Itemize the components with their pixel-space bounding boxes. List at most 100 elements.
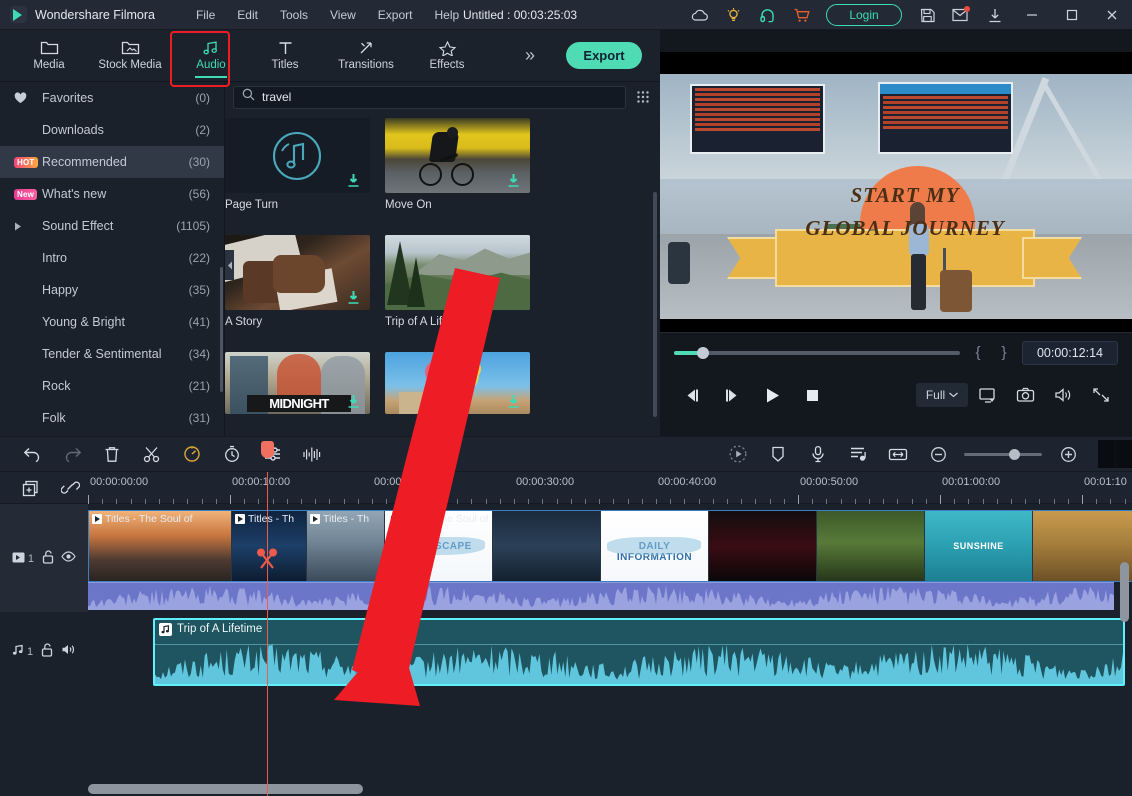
media-thumbnail[interactable] (225, 235, 370, 310)
export-button[interactable]: Export (566, 42, 642, 69)
voiceover-button[interactable] (798, 436, 838, 472)
zoom-slider[interactable] (964, 453, 1042, 456)
mail-icon[interactable] (944, 0, 978, 30)
prev-frame-button[interactable] (672, 375, 712, 415)
sidebar-item-sound-effect[interactable]: Sound Effect (1105) (0, 210, 224, 242)
search-input[interactable]: travel (233, 86, 626, 109)
tab-titles[interactable]: Titles (248, 30, 322, 82)
sidebar-item-folk[interactable]: Folk (31) (0, 402, 224, 434)
preview-video[interactable]: START MY GLOBAL JOURNEY (660, 52, 1132, 332)
sidebar-item-rock[interactable]: Rock (21) (0, 370, 224, 402)
split-button[interactable] (132, 436, 172, 472)
audio-clip[interactable]: Trip of A Lifetime (153, 618, 1125, 686)
timeline-clip[interactable]: LANDSCAPETitles - The Soul of Travel Vlo… (385, 511, 493, 581)
render-preview-button[interactable] (1098, 440, 1132, 468)
tab-effects[interactable]: Effects (410, 30, 484, 82)
cloud-icon[interactable] (682, 0, 716, 30)
quality-select[interactable]: Full (916, 383, 968, 407)
media-tile[interactable] (385, 352, 530, 414)
sidebar-item-young-bright[interactable]: Young & Bright (41) (0, 306, 224, 338)
media-tile[interactable]: Page Turn (225, 118, 370, 211)
download-icon[interactable] (347, 394, 360, 409)
preview-timecode[interactable]: 00:00:12:14 (1022, 341, 1118, 365)
expand-triangle-icon[interactable] (14, 222, 36, 231)
media-thumbnail[interactable] (225, 118, 370, 193)
tab-audio[interactable]: Audio (174, 30, 248, 82)
sidebar-item-recommended[interactable]: HOT Recommended (30) (0, 146, 224, 178)
login-button[interactable]: Login (826, 4, 902, 26)
sidebar-item-favorites[interactable]: Favorites (0) (0, 82, 224, 114)
menu-file[interactable]: File (185, 4, 226, 26)
save-icon[interactable] (910, 0, 944, 30)
eye-icon[interactable] (61, 551, 76, 565)
timeline-clip[interactable] (709, 511, 817, 581)
timeline-clip[interactable] (493, 511, 601, 581)
playback-slider-knob[interactable] (697, 347, 709, 359)
timeline-clip[interactable]: SUNSHINE (925, 511, 1033, 581)
download-icon[interactable] (347, 173, 360, 188)
media-scrollbar[interactable] (653, 192, 657, 417)
timeline-ruler[interactable]: 00:00:00:00 00:00:10:00 00:00:20:00 00:0… (88, 472, 1132, 504)
tab-transitions[interactable]: Transitions (322, 30, 410, 82)
timeline-horizontal-scrollbar[interactable] (88, 784, 363, 794)
media-tile[interactable]: Move On (385, 118, 530, 211)
cart-icon[interactable] (784, 0, 818, 30)
media-tile[interactable]: MIDNIGHT (225, 352, 370, 414)
timeline-clip[interactable] (1033, 511, 1132, 581)
sidebar-item-downloads[interactable]: Downloads (2) (0, 114, 224, 146)
unlock-icon[interactable] (41, 643, 53, 660)
menu-edit[interactable]: Edit (226, 4, 269, 26)
timeline-clip[interactable]: Titles - The Soul of (89, 511, 232, 581)
audio-mixer-button[interactable] (838, 436, 878, 472)
mark-in-button[interactable]: { (970, 344, 986, 361)
media-thumbnail[interactable] (385, 352, 530, 414)
playhead[interactable] (267, 472, 268, 796)
headset-icon[interactable] (750, 0, 784, 30)
video-clip-strip[interactable]: Titles - The Soul ofTitles - ThTitles - … (88, 510, 1132, 582)
speaker-icon[interactable] (61, 643, 76, 659)
next-frame-button[interactable] (712, 375, 752, 415)
menu-export[interactable]: Export (367, 4, 424, 26)
download-icon[interactable] (507, 173, 520, 188)
more-tabs-button[interactable]: » (525, 45, 535, 66)
minimize-button[interactable] (1012, 0, 1052, 30)
duration-button[interactable] (212, 436, 252, 472)
tab-media[interactable]: Media (12, 30, 86, 82)
download-icon[interactable] (347, 290, 360, 305)
mark-out-button[interactable]: } (996, 344, 1012, 361)
zoom-in-button[interactable] (1048, 436, 1088, 472)
speed-button[interactable] (172, 436, 212, 472)
sidebar-item-happy[interactable]: Happy (35) (0, 274, 224, 306)
timeline-clip[interactable]: Titles - Th (307, 511, 385, 581)
close-button[interactable] (1092, 0, 1132, 30)
volume-button[interactable] (1044, 375, 1082, 415)
timeline-clip[interactable] (817, 511, 925, 581)
media-tile[interactable]: A Story (225, 235, 370, 328)
menu-view[interactable]: View (319, 4, 367, 26)
add-track-button[interactable] (10, 472, 50, 504)
zoom-slider-knob[interactable] (1009, 449, 1020, 460)
zoom-out-button[interactable] (918, 436, 958, 472)
link-button[interactable] (50, 472, 90, 504)
play-button[interactable] (752, 375, 792, 415)
lightbulb-icon[interactable] (716, 0, 750, 30)
marker-button[interactable] (758, 436, 798, 472)
category-scrollbar[interactable] (220, 267, 223, 392)
timeline-vertical-scrollbar[interactable] (1120, 562, 1129, 622)
panel-collapse-button[interactable] (225, 250, 234, 280)
tab-stock-media[interactable]: Stock Media (86, 30, 174, 82)
unlock-icon[interactable] (42, 550, 54, 567)
media-tile-selected[interactable]: Trip of A Lifetime (385, 235, 530, 328)
media-thumbnail[interactable]: MIDNIGHT (225, 352, 370, 414)
playhead-handle[interactable] (261, 443, 274, 453)
video-track-lane[interactable]: Titles - The Soul ofTitles - ThTitles - … (88, 504, 1132, 612)
screen-display-button[interactable] (968, 375, 1006, 415)
maximize-button[interactable] (1052, 0, 1092, 30)
fullscreen-button[interactable] (1082, 375, 1120, 415)
sidebar-item-intro[interactable]: Intro (22) (0, 242, 224, 274)
grid-view-icon[interactable] (634, 90, 652, 104)
fit-timeline-button[interactable] (878, 436, 918, 472)
redo-button[interactable] (52, 436, 92, 472)
sidebar-item-whats-new[interactable]: New What's new (56) (0, 178, 224, 210)
media-thumbnail[interactable] (385, 235, 530, 310)
